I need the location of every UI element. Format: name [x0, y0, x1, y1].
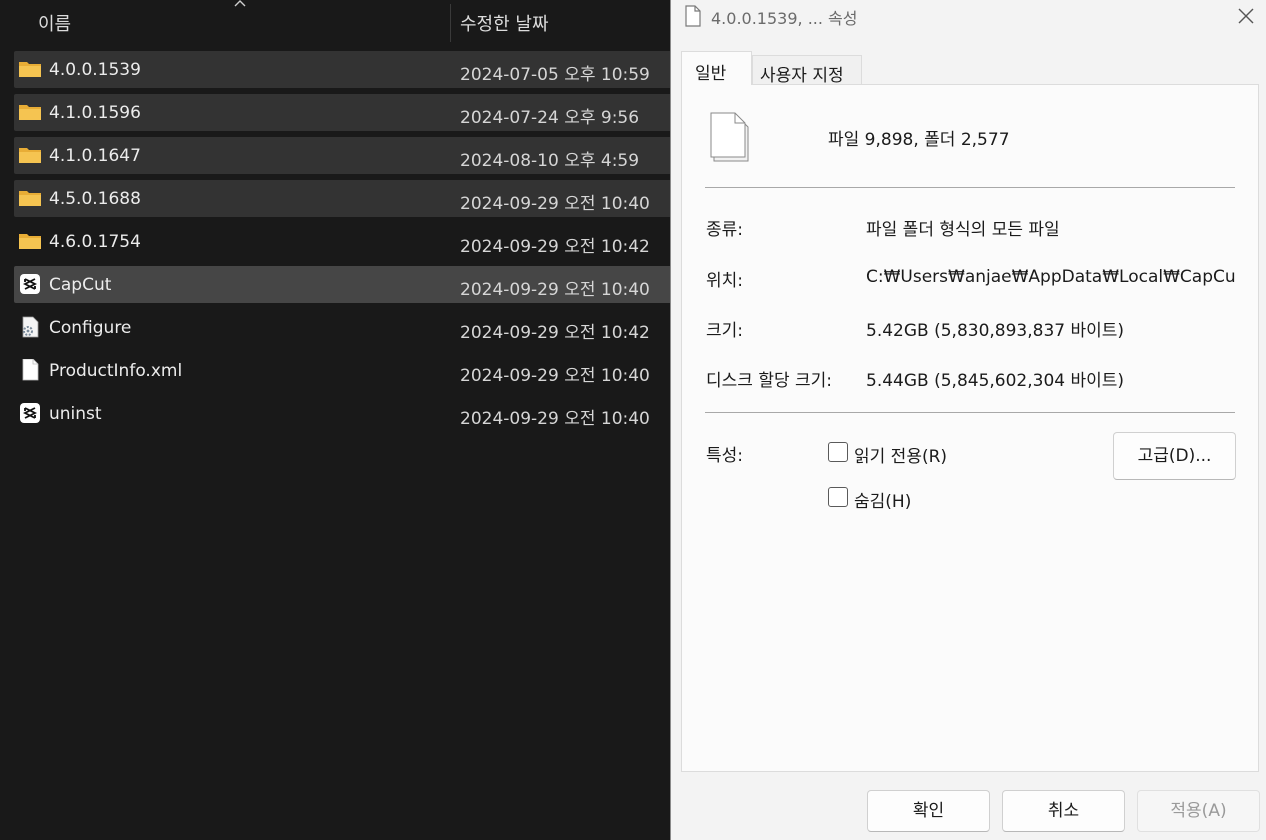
folder-icon — [18, 230, 42, 252]
file-row[interactable]: 4.5.0.1688 2024-09-29 오전 10:40 — [14, 180, 672, 217]
document-icon — [685, 5, 701, 27]
column-header: 이름 수정한 날짜 — [0, 0, 672, 44]
file-icon — [18, 358, 42, 381]
file-date: 2024-09-29 오전 10:40 — [460, 409, 650, 429]
close-icon[interactable] — [1233, 3, 1259, 29]
file-row[interactable]: 4.1.0.1596 2024-07-24 오후 9:56 — [14, 94, 672, 131]
file-name[interactable]: CapCut — [49, 275, 111, 295]
column-name-header[interactable]: 이름 — [38, 10, 71, 36]
capcut-app-icon — [18, 402, 42, 424]
properties-dialog: 4.0.0.1539, ... 속성 일반 사용자 지정 파일 9,898, 폴… — [670, 0, 1266, 840]
column-divider[interactable] — [450, 4, 451, 42]
file-date: 2024-07-24 오후 9:56 — [460, 108, 640, 128]
dialog-title: 4.0.0.1539, ... 속성 — [711, 9, 858, 28]
capcut-app-icon — [18, 273, 42, 295]
file-row[interactable]: uninst 2024-09-29 오전 10:40 — [14, 395, 672, 432]
column-date-header[interactable]: 수정한 날짜 — [460, 10, 549, 36]
file-date: 2024-09-29 오전 10:42 — [460, 323, 650, 343]
disk-size-value: 5.44GB (5,845,602,304 바이트) — [866, 371, 1125, 391]
type-value: 파일 폴더 형식의 모든 파일 — [866, 220, 1060, 240]
readonly-checkbox[interactable] — [828, 442, 848, 462]
file-row[interactable]: Configure 2024-09-29 오전 10:42 — [14, 309, 672, 346]
file-date: 2024-08-10 오후 4:59 — [460, 151, 640, 171]
file-row[interactable]: 4.6.0.1754 2024-09-29 오전 10:42 — [14, 223, 672, 260]
file-name[interactable]: 4.5.0.1688 — [49, 189, 141, 209]
file-date: 2024-09-29 오전 10:40 — [460, 366, 650, 386]
hidden-label[interactable]: 숨김(H) — [854, 487, 911, 512]
folder-icon — [18, 58, 42, 80]
tab-custom[interactable]: 사용자 지정 — [752, 55, 862, 86]
cancel-button[interactable]: 취소 — [1002, 790, 1125, 832]
sort-ascending-icon — [234, 0, 246, 7]
dialog-title-bar[interactable]: 4.0.0.1539, ... 속성 — [671, 0, 1266, 34]
file-name[interactable]: 4.1.0.1596 — [49, 103, 141, 123]
hidden-checkbox[interactable] — [828, 487, 848, 507]
tab-general-label: 일반 — [695, 64, 727, 84]
file-name[interactable]: 4.0.0.1539 — [49, 60, 141, 80]
folder-icon — [18, 187, 42, 209]
divider — [705, 187, 1235, 188]
file-date: 2024-07-05 오후 10:59 — [460, 65, 650, 85]
file-date: 2024-09-29 오전 10:42 — [460, 237, 650, 257]
divider — [705, 412, 1235, 413]
file-list: 4.0.0.1539 2024-07-05 오후 10:59 4.1.0.1596 2… — [14, 51, 672, 438]
file-row[interactable]: 4.1.0.1647 2024-08-10 오후 4:59 — [14, 137, 672, 174]
folder-icon — [18, 101, 42, 123]
content-summary: 파일 9,898, 폴더 2,577 — [828, 130, 1010, 150]
file-row[interactable]: 4.0.0.1539 2024-07-05 오후 10:59 — [14, 51, 672, 88]
file-row[interactable]: CapCut 2024-09-29 오전 10:40 — [14, 266, 672, 303]
file-name[interactable]: Configure — [49, 318, 131, 338]
file-name[interactable]: ProductInfo.xml — [49, 361, 182, 381]
attributes-label: 특성: — [706, 446, 744, 466]
tab-custom-label: 사용자 지정 — [760, 66, 844, 86]
disk-size-label: 디스크 할당 크기: — [706, 371, 833, 391]
readonly-label[interactable]: 읽기 전용(R) — [854, 442, 947, 467]
advanced-button[interactable]: 고급(D)... — [1113, 432, 1236, 480]
apply-button[interactable]: 적용(A) — [1137, 790, 1260, 832]
file-explorer: 이름 수정한 날짜 4.0.0.1539 2024-07-05 오후 10:59 4… — [0, 0, 672, 840]
ok-button[interactable]: 확인 — [867, 790, 990, 832]
location-value[interactable]: C:₩Users₩anjae₩AppData₩Local₩CapCut₩A — [866, 267, 1236, 287]
file-name[interactable]: 4.6.0.1754 — [49, 232, 141, 252]
type-label: 종류: — [706, 220, 744, 240]
file-name[interactable]: 4.1.0.1647 — [49, 146, 141, 166]
location-label: 위치: — [706, 271, 744, 291]
size-value: 5.42GB (5,830,893,837 바이트) — [866, 321, 1125, 341]
file-date: 2024-09-29 오전 10:40 — [460, 194, 650, 214]
file-name[interactable]: uninst — [49, 404, 102, 424]
config-file-icon — [18, 316, 42, 338]
size-label: 크기: — [706, 321, 744, 341]
tab-general[interactable]: 일반 — [681, 51, 752, 85]
multiple-files-icon — [710, 112, 749, 162]
folder-icon — [18, 144, 42, 166]
file-row[interactable]: ProductInfo.xml 2024-09-29 오전 10:40 — [14, 352, 672, 389]
file-date: 2024-09-29 오전 10:40 — [460, 280, 650, 300]
general-panel: 파일 9,898, 폴더 2,577 종류: 파일 폴더 형식의 모든 파일 위… — [681, 84, 1259, 772]
